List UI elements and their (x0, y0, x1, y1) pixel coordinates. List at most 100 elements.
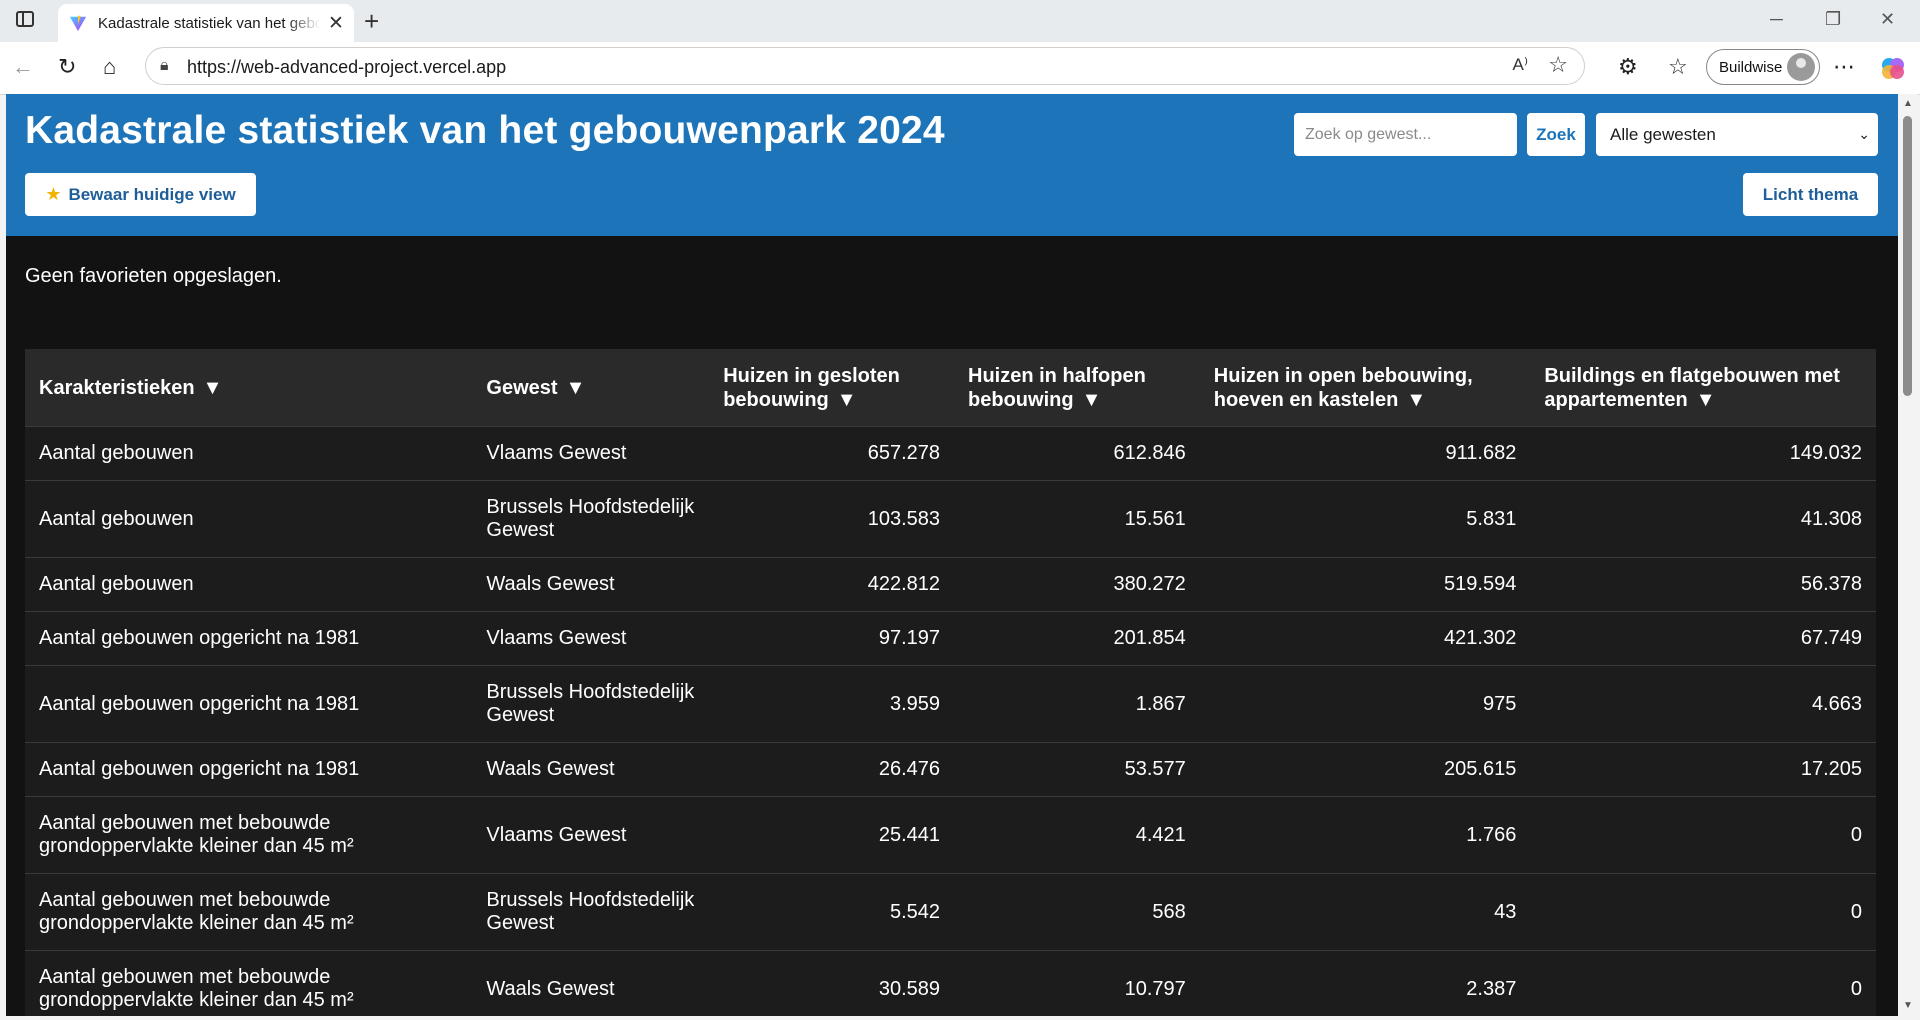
theme-toggle-button[interactable]: Licht thema (1743, 173, 1878, 216)
column-header-halfopen[interactable]: Huizen in halfopen bebouwing ▼ (954, 349, 1200, 427)
column-header-open[interactable]: Huizen in open bebouwing, hoeven en kast… (1199, 349, 1531, 427)
page-header: Kadastrale statistiek van het gebouwenpa… (6, 94, 1898, 236)
statistics-table: Karakteristieken ▼ Gewest ▼ Huizen in gesl… (25, 349, 1876, 1016)
cell-open: 975 (1199, 665, 1531, 743)
cell-open: 911.682 (1199, 426, 1531, 481)
browser-tab-bar: Kadastrale statistiek van het gebouwenpa… (0, 0, 1920, 42)
minimize-icon[interactable]: ─ (1770, 9, 1783, 30)
read-aloud-icon[interactable]: A⁾ (1512, 55, 1528, 75)
sort-arrow-icon: ▼ (565, 376, 586, 399)
cell-halfopen: 612.846 (954, 426, 1200, 481)
scroll-down-icon[interactable]: ▼ (1903, 1000, 1913, 1011)
close-tab-icon[interactable]: ✕ (328, 12, 344, 35)
cell-karakteristiek: Aantal gebouwen met bebouwde grondopperv… (25, 796, 473, 874)
refresh-icon[interactable]: ↻ (58, 54, 76, 80)
profile-button[interactable]: Buildwise (1706, 49, 1820, 85)
cell-buildings: 17.205 (1530, 742, 1876, 797)
extensions-icon[interactable]: ⚙ (1618, 54, 1638, 80)
cell-open: 43 (1199, 873, 1531, 951)
copilot-icon[interactable] (1880, 55, 1906, 81)
region-select-value: Alle gewesten (1610, 125, 1716, 144)
favorite-star-icon[interactable]: ☆ (1548, 52, 1568, 78)
cell-gesloten: 30.589 (709, 950, 955, 1016)
cell-buildings: 0 (1530, 796, 1876, 874)
column-header-gesloten[interactable]: Huizen in gesloten bebouwing ▼ (709, 349, 955, 427)
profile-name: Buildwise (1719, 58, 1783, 76)
cell-halfopen: 15.561 (954, 480, 1200, 558)
sort-arrow-icon: ▼ (836, 388, 857, 411)
scrollbar-thumb[interactable] (1903, 116, 1912, 396)
cell-open: 5.831 (1199, 480, 1531, 558)
cell-open: 1.766 (1199, 796, 1531, 874)
search-button[interactable]: Zoek (1527, 113, 1585, 156)
region-select[interactable]: Alle gewesten ⌄ (1596, 113, 1878, 156)
table-row: Aantal gebouwen opgericht na 1981 Vlaams… (25, 611, 1876, 666)
save-view-button[interactable]: ★ Bewaar huidige view (25, 173, 256, 216)
search-input[interactable] (1294, 113, 1517, 156)
scroll-up-icon[interactable]: ▲ (1903, 98, 1913, 109)
url-text[interactable]: https://web-advanced-project.vercel.app (187, 57, 506, 78)
tab-title: Kadastrale statistiek van het gebouwenpa… (98, 14, 320, 32)
table-row: Aantal gebouwen opgericht na 1981 Brusse… (25, 665, 1876, 743)
cell-gewest: Vlaams Gewest (472, 796, 710, 874)
column-header-buildings[interactable]: Buildings en flatgebouwen met appartemen… (1530, 349, 1876, 427)
close-window-icon[interactable]: ✕ (1880, 9, 1895, 30)
page-scrollbar[interactable]: ▲ ▼ (1898, 94, 1918, 1016)
table-row: Aantal gebouwen met bebouwde grondopperv… (25, 796, 1876, 874)
cell-buildings: 4.663 (1530, 665, 1876, 743)
cell-buildings: 41.308 (1530, 480, 1876, 558)
page-viewport: Kadastrale statistiek van het gebouwenpa… (6, 94, 1898, 1016)
new-tab-icon[interactable]: + (364, 6, 379, 37)
column-header-label: Gewest (486, 376, 558, 399)
column-header-label: Karakteristieken (39, 376, 195, 399)
cell-gesloten: 103.583 (709, 480, 955, 558)
restore-icon[interactable]: ❐ (1825, 9, 1841, 30)
cell-gewest: Vlaams Gewest (472, 611, 710, 666)
vite-favicon-icon (69, 15, 87, 32)
cell-gesloten: 657.278 (709, 426, 955, 481)
home-icon[interactable]: ⌂ (103, 54, 116, 80)
cell-karakteristiek: Aantal gebouwen met bebouwde grondopperv… (25, 873, 473, 951)
cell-halfopen: 568 (954, 873, 1200, 951)
cell-gewest: Waals Gewest (472, 742, 710, 797)
cell-gewest: Vlaams Gewest (472, 426, 710, 481)
column-header-karakteristieken[interactable]: Karakteristieken ▼ (25, 349, 473, 427)
cell-open: 519.594 (1199, 557, 1531, 612)
cell-gesloten: 97.197 (709, 611, 955, 666)
cell-karakteristiek: Aantal gebouwen opgericht na 1981 (25, 742, 473, 797)
cell-karakteristiek: Aantal gebouwen met bebouwde grondopperv… (25, 950, 473, 1016)
cell-halfopen: 53.577 (954, 742, 1200, 797)
cell-gewest: Brussels Hoofdstedelijk Gewest (472, 665, 710, 743)
cell-buildings: 56.378 (1530, 557, 1876, 612)
cell-open: 205.615 (1199, 742, 1531, 797)
table-row: Aantal gebouwen met bebouwde grondopperv… (25, 950, 1876, 1016)
table-row: Aantal gebouwen Vlaams Gewest 657.278 61… (25, 426, 1876, 481)
address-bar[interactable]: 🔒︎ https://web-advanced-project.vercel.a… (145, 47, 1585, 85)
back-icon[interactable]: ← (12, 54, 34, 80)
avatar-icon (1787, 53, 1815, 81)
lock-icon[interactable]: 🔒︎ (160, 57, 169, 75)
favorites-icon[interactable]: ☆ (1668, 54, 1688, 80)
cell-halfopen: 380.272 (954, 557, 1200, 612)
cell-karakteristiek: Aantal gebouwen (25, 426, 473, 481)
more-options-icon[interactable]: ⋯ (1833, 54, 1855, 80)
cell-gewest: Brussels Hoofdstedelijk Gewest (472, 480, 710, 558)
table-row: Aantal gebouwen met bebouwde grondopperv… (25, 873, 1876, 951)
table-row: Aantal gebouwen opgericht na 1981 Waals … (25, 742, 1876, 797)
cell-halfopen: 10.797 (954, 950, 1200, 1016)
cell-halfopen: 1.867 (954, 665, 1200, 743)
cell-open: 2.387 (1199, 950, 1531, 1016)
cell-karakteristiek: Aantal gebouwen (25, 557, 473, 612)
cell-buildings: 67.749 (1530, 611, 1876, 666)
cell-karakteristiek: Aantal gebouwen (25, 480, 473, 558)
cell-buildings: 0 (1530, 950, 1876, 1016)
sidebar-toggle-icon[interactable] (16, 11, 34, 27)
cell-open: 421.302 (1199, 611, 1531, 666)
sort-arrow-icon: ▼ (1406, 388, 1427, 411)
chevron-down-icon: ⌄ (1858, 126, 1870, 142)
sort-arrow-icon: ▼ (1081, 388, 1102, 411)
column-header-gewest[interactable]: Gewest ▼ (472, 349, 710, 427)
cell-gesloten: 26.476 (709, 742, 955, 797)
browser-tab[interactable]: Kadastrale statistiek van het gebouwenpa… (58, 4, 354, 42)
cell-gewest: Waals Gewest (472, 557, 710, 612)
